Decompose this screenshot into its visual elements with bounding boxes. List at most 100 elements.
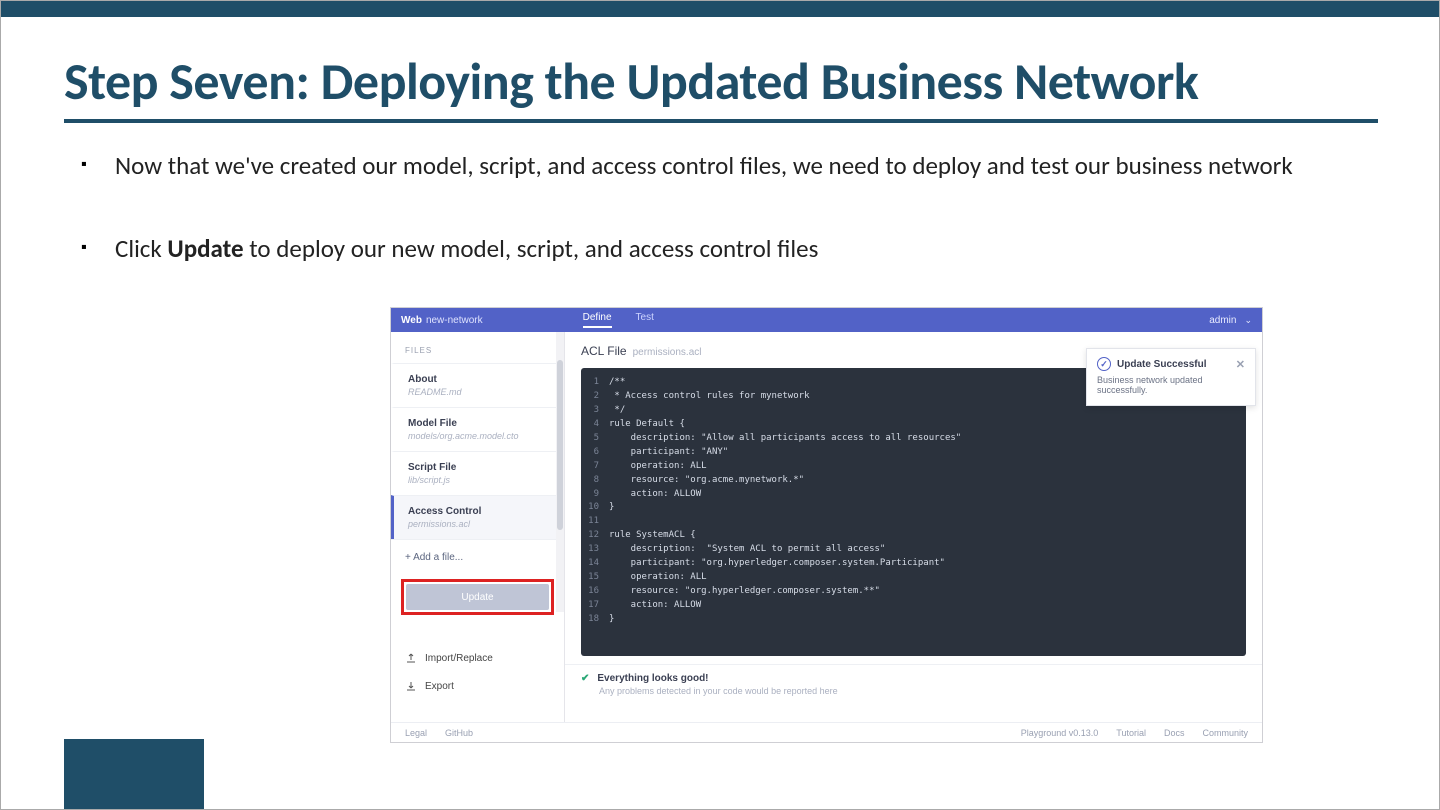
line-number: 7 bbox=[581, 460, 609, 474]
tab-define[interactable]: Define bbox=[583, 312, 612, 328]
footer-docs[interactable]: Docs bbox=[1164, 728, 1185, 738]
code-text: participant: "ANY" bbox=[609, 446, 728, 460]
footer-community[interactable]: Community bbox=[1202, 728, 1248, 738]
code-line: 18} bbox=[581, 613, 1246, 627]
toast-header: ✓ Update Successful ✕ bbox=[1097, 357, 1245, 371]
line-number: 2 bbox=[581, 390, 609, 404]
line-number: 15 bbox=[581, 571, 609, 585]
code-line: 9 action: ALLOW bbox=[581, 488, 1246, 502]
sidebar-import-label: Import/Replace bbox=[425, 653, 493, 664]
app-topbar: Web new-network Define Test admin ⌄ bbox=[391, 308, 1262, 332]
toast-title: Update Successful bbox=[1117, 359, 1206, 370]
download-icon bbox=[405, 680, 417, 692]
bullet-text-2: Click Update to deploy our new model, sc… bbox=[115, 230, 1371, 269]
sidebar-scrollbar[interactable] bbox=[556, 332, 564, 612]
main-header-title: ACL File bbox=[581, 344, 627, 358]
bullet-text-1: Now that we've created our model, script… bbox=[115, 147, 1371, 186]
status-panel: ✔ Everything looks good! Any problems de… bbox=[565, 664, 1262, 700]
success-icon: ✓ bbox=[1097, 357, 1111, 371]
sidebar-item-sub: README.md bbox=[408, 387, 550, 397]
line-number: 6 bbox=[581, 446, 609, 460]
sidebar-item-model[interactable]: Model File models/org.acme.model.cto bbox=[391, 407, 564, 451]
code-line: 8 resource: "org.acme.mynetwork.*" bbox=[581, 474, 1246, 488]
bullet-marker: ▪ bbox=[81, 230, 115, 261]
code-line: 4rule Default { bbox=[581, 418, 1246, 432]
sidebar-item-acl[interactable]: Access Control permissions.acl bbox=[391, 495, 564, 539]
sidebar-export[interactable]: Export bbox=[391, 672, 564, 700]
sidebar-item-script[interactable]: Script File lib/script.js bbox=[391, 451, 564, 495]
sidebar-actions: Import/Replace Export bbox=[391, 640, 564, 722]
footer-tutorial[interactable]: Tutorial bbox=[1116, 728, 1146, 738]
sidebar-item-title: Access Control bbox=[408, 506, 550, 517]
sidebar-export-label: Export bbox=[425, 681, 454, 692]
code-editor[interactable]: 1/**2 * Access control rules for mynetwo… bbox=[581, 368, 1246, 656]
bullet-row-1: ▪ Now that we've created our model, scri… bbox=[81, 147, 1371, 186]
line-number: 3 bbox=[581, 404, 609, 418]
line-number: 17 bbox=[581, 599, 609, 613]
sidebar-files-label: FILES bbox=[391, 332, 564, 363]
sidebar-item-about[interactable]: About README.md bbox=[391, 363, 564, 407]
status-row: ✔ Everything looks good! bbox=[581, 673, 1246, 684]
app-tabs: Define Test bbox=[583, 312, 654, 328]
toast-close-icon[interactable]: ✕ bbox=[1236, 358, 1245, 371]
toast-update-success: ✓ Update Successful ✕ Business network u… bbox=[1086, 348, 1256, 406]
line-number: 12 bbox=[581, 529, 609, 543]
check-icon: ✔ bbox=[581, 673, 589, 684]
tab-test[interactable]: Test bbox=[636, 312, 654, 328]
code-text: resource: "org.hyperledger.composer.syst… bbox=[609, 585, 880, 599]
slide-corner-box bbox=[64, 739, 204, 809]
code-line: 6 participant: "ANY" bbox=[581, 446, 1246, 460]
code-text: } bbox=[609, 613, 614, 627]
code-text: resource: "org.acme.mynetwork.*" bbox=[609, 474, 804, 488]
code-text: operation: ALL bbox=[609, 571, 707, 585]
scrollbar-thumb[interactable] bbox=[557, 360, 563, 530]
sidebar-files-wrap: FILES About README.md Model File models/… bbox=[391, 332, 564, 539]
code-text: /** bbox=[609, 376, 625, 390]
app-network-name: new-network bbox=[426, 315, 483, 326]
line-number: 10 bbox=[581, 501, 609, 515]
code-line: 5 description: "Allow all participants a… bbox=[581, 432, 1246, 446]
user-menu[interactable]: admin ⌄ bbox=[1209, 315, 1252, 326]
bullet-marker: ▪ bbox=[81, 147, 115, 178]
sidebar-import[interactable]: Import/Replace bbox=[391, 644, 564, 672]
update-highlight-box: Update bbox=[401, 579, 554, 615]
sidebar-add-file[interactable]: + Add a file... bbox=[391, 539, 564, 575]
chevron-down-icon: ⌄ bbox=[1244, 315, 1252, 326]
code-line: 16 resource: "org.hyperledger.composer.s… bbox=[581, 585, 1246, 599]
app-sidebar: FILES About README.md Model File models/… bbox=[391, 332, 565, 722]
app-screenshot: Web new-network Define Test admin ⌄ FILE… bbox=[390, 307, 1263, 743]
code-text: * Access control rules for mynetwork bbox=[609, 390, 809, 404]
slide: Step Seven: Deploying the Updated Busine… bbox=[0, 0, 1440, 810]
line-number: 13 bbox=[581, 543, 609, 557]
code-text: action: ALLOW bbox=[609, 599, 701, 613]
bullet-2-post: to deploy our new model, script, and acc… bbox=[244, 233, 819, 264]
code-text: action: ALLOW bbox=[609, 488, 701, 502]
code-text: } bbox=[609, 501, 614, 515]
sidebar-item-sub: models/org.acme.model.cto bbox=[408, 431, 550, 441]
slide-top-stripe bbox=[1, 1, 1439, 17]
line-number: 14 bbox=[581, 557, 609, 571]
line-number: 16 bbox=[581, 585, 609, 599]
line-number: 8 bbox=[581, 474, 609, 488]
code-text: description: "System ACL to permit all a… bbox=[609, 543, 885, 557]
toast-body: Business network updated successfully. bbox=[1097, 375, 1245, 395]
footer-version: Playground v0.13.0 bbox=[1021, 728, 1099, 738]
slide-title-rule bbox=[64, 119, 1378, 123]
app-brand: Web bbox=[401, 315, 422, 326]
line-number: 11 bbox=[581, 515, 609, 529]
code-line: 10} bbox=[581, 501, 1246, 515]
footer-github[interactable]: GitHub bbox=[445, 728, 473, 738]
slide-title: Step Seven: Deploying the Updated Busine… bbox=[64, 49, 1198, 113]
upload-icon bbox=[405, 652, 417, 664]
line-number: 9 bbox=[581, 488, 609, 502]
code-text: description: "Allow all participants acc… bbox=[609, 432, 961, 446]
sidebar-item-title: About bbox=[408, 374, 550, 385]
line-number: 5 bbox=[581, 432, 609, 446]
code-text: operation: ALL bbox=[609, 460, 707, 474]
code-line: 14 participant: "org.hyperledger.compose… bbox=[581, 557, 1246, 571]
footer-legal[interactable]: Legal bbox=[405, 728, 427, 738]
line-number: 4 bbox=[581, 418, 609, 432]
bullet-2-pre: Click bbox=[115, 233, 167, 264]
slide-bullets: ▪ Now that we've created our model, scri… bbox=[81, 147, 1371, 277]
update-button[interactable]: Update bbox=[406, 584, 549, 610]
